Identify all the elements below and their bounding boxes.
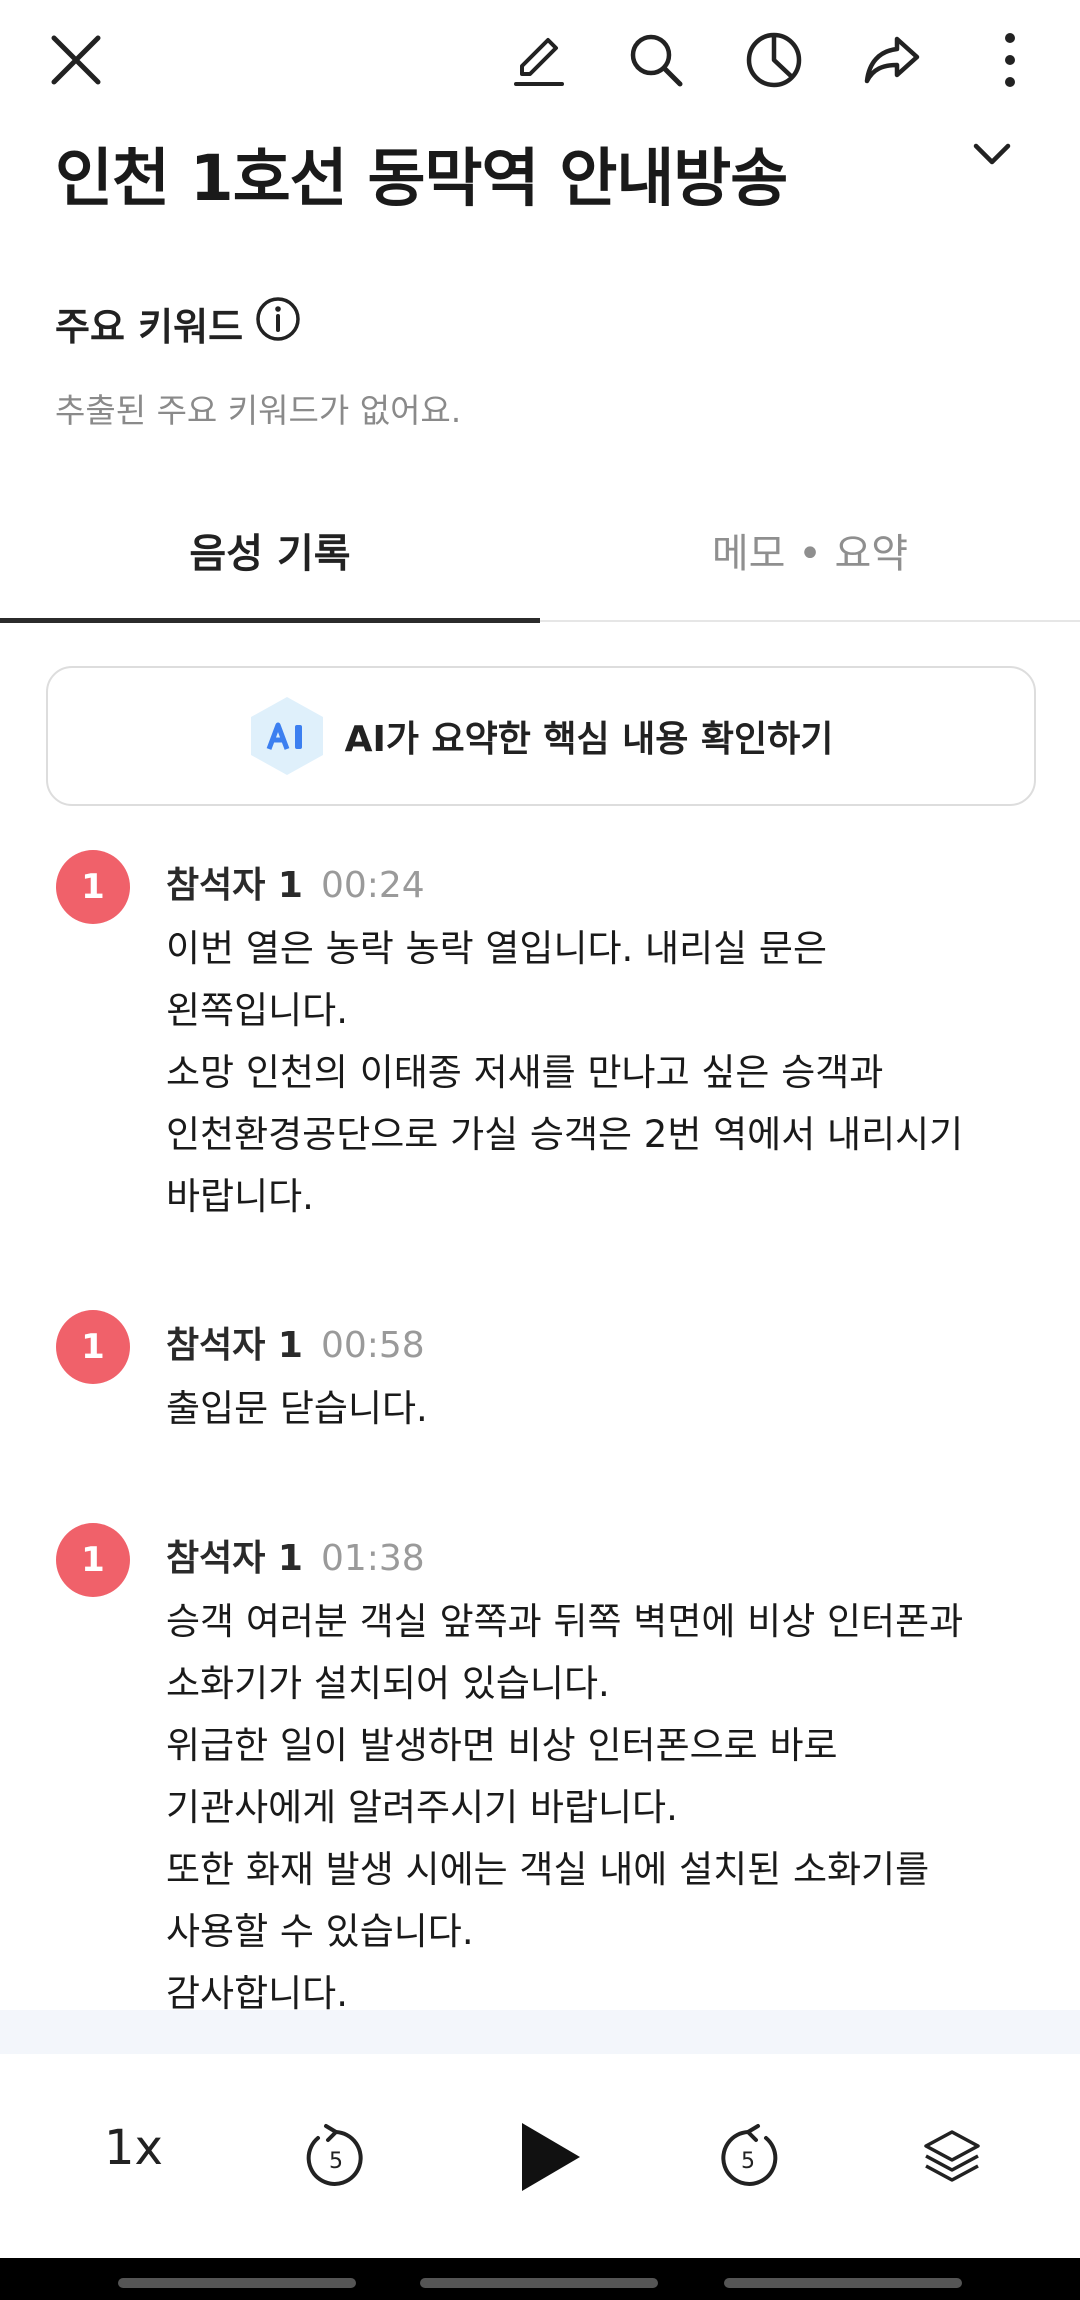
keywords-info-button[interactable] (255, 296, 301, 351)
speaker-line: 참석자 1 00:24 (166, 856, 425, 908)
transcript-text[interactable]: 출입문 닫습니다. (166, 1378, 1046, 1440)
ai-badge-icon (250, 697, 323, 775)
page-title: 인천 1호선 동막역 안내방송 (55, 142, 788, 215)
search-button[interactable] (616, 20, 696, 100)
tab-memo-summary[interactable]: 메모 • 요약 (540, 480, 1080, 620)
svg-text:5: 5 (741, 2149, 755, 2174)
close-button[interactable] (36, 20, 116, 100)
tab-active-indicator (0, 618, 540, 623)
keywords-label: 주요 키워드 (55, 305, 244, 349)
info-icon (256, 297, 300, 341)
timestamp[interactable]: 00:24 (321, 865, 425, 906)
more-vertical-icon (1005, 33, 1015, 87)
play-button[interactable] (504, 2112, 594, 2202)
tab-transcript[interactable]: 음성 기록 (0, 480, 540, 620)
layers-button[interactable] (912, 2116, 992, 2196)
edit-button[interactable] (498, 20, 578, 100)
speaker-line: 참석자 1 01:38 (166, 1529, 425, 1581)
ai-summary-label: AI가 요약한 핵심 내용 확인하기 (344, 719, 834, 760)
timestamp[interactable]: 00:58 (321, 1325, 425, 1366)
transcript-text[interactable]: 이번 열은 농락 농락 열입니다. 내리실 문은 왼쪽입니다. 소망 인천의 이… (166, 918, 1046, 1228)
pencil-icon (514, 38, 564, 86)
svg-text:5: 5 (329, 2149, 343, 2174)
more-button[interactable] (970, 20, 1050, 100)
forward-5-button[interactable]: 5 (708, 2116, 788, 2196)
speaker-name[interactable]: 참석자 1 (166, 1325, 303, 1366)
share-icon (864, 36, 920, 84)
chevron-down-icon (973, 143, 1011, 165)
nav-home-handle[interactable] (420, 2278, 658, 2288)
forward-5-icon: 5 (721, 2124, 778, 2186)
speaker-name[interactable]: 참석자 1 (166, 865, 303, 906)
speaker-avatar: 1 (56, 850, 130, 924)
nav-recent-handle[interactable] (118, 2278, 356, 2288)
nav-back-handle[interactable] (724, 2278, 962, 2288)
ai-summary-button[interactable]: AI가 요약한 핵심 내용 확인하기 (46, 666, 1036, 806)
speaker-avatar: 1 (56, 1310, 130, 1384)
playback-speed-button[interactable]: 1x (104, 2120, 163, 2176)
tab-bar: 음성 기록 메모 • 요약 (0, 480, 1080, 623)
layers-icon (924, 2130, 980, 2182)
speaker-avatar: 1 (56, 1523, 130, 1597)
keywords-section-header: 주요 키워드 (55, 296, 301, 351)
replay-5-icon: 5 (306, 2124, 363, 2186)
rewind-5-button[interactable]: 5 (296, 2116, 376, 2196)
play-icon (522, 2123, 580, 2191)
speaker-name[interactable]: 참석자 1 (166, 1538, 303, 1579)
stats-button[interactable] (734, 20, 814, 100)
pie-chart-icon (746, 32, 802, 88)
speaker-line: 참석자 1 00:58 (166, 1316, 425, 1368)
search-icon (630, 34, 683, 87)
title-expand-button[interactable] (968, 130, 1016, 182)
close-icon (51, 35, 101, 85)
timestamp[interactable]: 01:38 (321, 1538, 425, 1579)
transcript-text[interactable]: 승객 여러분 객실 앞쪽과 뒤쪽 벽면에 비상 인터폰과 소화기가 설치되어 있… (166, 1591, 1046, 2025)
share-button[interactable] (852, 20, 932, 100)
scroll-fade (0, 2010, 1080, 2054)
keywords-empty-text: 추출된 주요 키워드가 없어요. (55, 391, 462, 430)
